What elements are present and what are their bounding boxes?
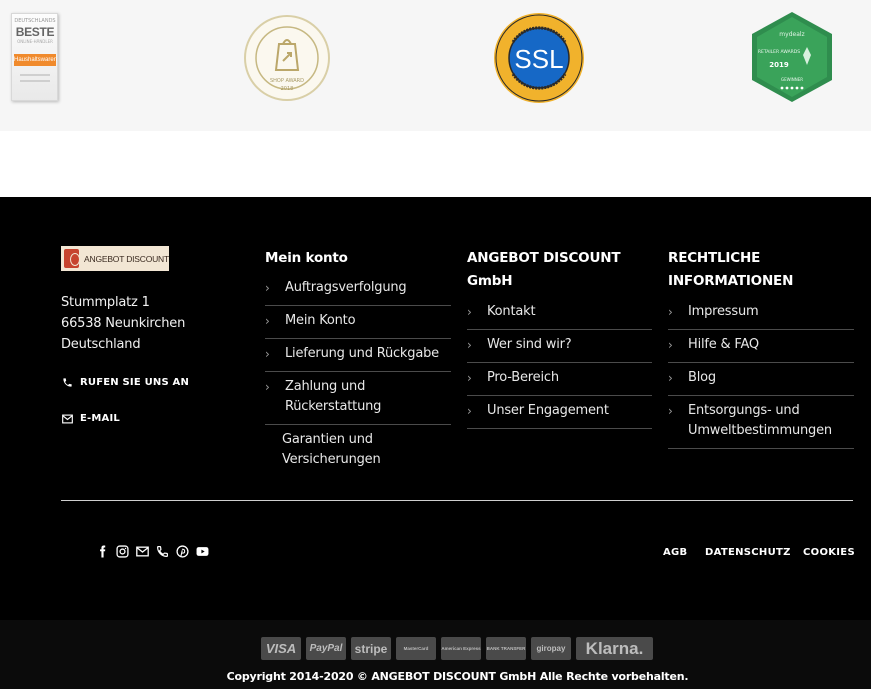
- col-heading: RECHTLICHE INFORMATIONEN: [668, 250, 794, 289]
- link-agb[interactable]: AGB: [663, 547, 687, 558]
- footer-link-payment-refund[interactable]: › Zahlung und Rückerstattung: [265, 372, 451, 425]
- seal-title: BESTE: [15, 25, 55, 39]
- company-address: Stummplatz 1 66538 Neunkirchen Deutschla…: [61, 292, 185, 355]
- youtube-icon[interactable]: [196, 543, 209, 556]
- link-label: Wer sind wir?: [487, 337, 572, 352]
- col-heading: ANGEBOT DISCOUNT GmbH: [467, 250, 621, 289]
- link-label: Unser Engagement: [487, 403, 609, 418]
- envelope-icon: [62, 414, 73, 423]
- address-line: Stummplatz 1: [61, 295, 150, 310]
- social-links: [96, 543, 209, 558]
- chevron-right-icon: ›: [265, 314, 270, 328]
- spacer: [0, 131, 871, 197]
- footer-link-pro[interactable]: › Pro-Bereich: [467, 363, 652, 396]
- link-label: Entsorgungs- und Umweltbestimmungen: [688, 403, 832, 438]
- footer-link-order-tracking[interactable]: › Auftragsverfolgung: [265, 273, 451, 306]
- retailer-award-badge: mydealz RETAILER AWARDS 2019 GEWINNER: [752, 12, 832, 102]
- seal-subtitle: ONLINE-HÄNDLER: [17, 39, 53, 44]
- address-line: Deutschland: [61, 337, 141, 352]
- visa-icon: VISA: [261, 637, 301, 660]
- link-label: Hilfe & FAQ: [688, 337, 759, 352]
- chevron-right-icon: ›: [265, 281, 270, 295]
- link-label: Auftragsverfolgung: [285, 280, 407, 295]
- footer-col-legal: RECHTLICHE INFORMATIONEN › Impressum › Hil…: [668, 247, 854, 449]
- bank-transfer-icon: BANK TRANSFER: [486, 637, 526, 660]
- link-label: Zahlung und Rückerstattung: [285, 379, 382, 414]
- col-heading: Mein konto: [265, 250, 348, 266]
- paypal-icon: PayPal: [306, 637, 346, 660]
- stripe-icon: stripe: [351, 637, 391, 660]
- address-line: 66538 Neunkirchen: [61, 316, 186, 331]
- chevron-right-icon: ›: [467, 371, 472, 385]
- link-cookies[interactable]: COOKIES: [803, 547, 855, 558]
- link-label: Garantien und Versicherungen: [282, 432, 381, 467]
- beste-online-haendler-seal: DEUTSCHLANDS BESTE ONLINE-HÄNDLER Hausha…: [11, 13, 58, 101]
- chevron-right-icon: ›: [668, 371, 673, 385]
- chevron-right-icon: ›: [668, 404, 673, 418]
- mastercard-icon: MasterCard: [396, 637, 436, 660]
- call-us-link[interactable]: RUFEN SIE UNS AN: [62, 377, 189, 388]
- footer-link-imprint[interactable]: › Impressum: [668, 297, 854, 330]
- ssl-label: SSL: [514, 44, 563, 74]
- footer-link-contact[interactable]: › Kontakt: [467, 297, 652, 330]
- award-title: RETAILER AWARDS: [758, 49, 800, 55]
- seal-divider: [20, 74, 50, 76]
- chevron-right-icon: ›: [668, 338, 673, 352]
- award-sub: GEWINNER: [781, 77, 803, 82]
- footer-logo[interactable]: ANGEBOT DISCOUNT: [61, 246, 169, 271]
- link-privacy[interactable]: DATENSCHUTZ: [705, 547, 791, 558]
- footer-link-blog[interactable]: › Blog: [668, 363, 854, 396]
- seal-bottom-text: SHOP AWARD: [270, 78, 304, 84]
- awards-band: DEUTSCHLANDS BESTE ONLINE-HÄNDLER Hausha…: [0, 0, 871, 131]
- call-us-label: RUFEN SIE UNS AN: [80, 377, 190, 388]
- internet-world-shop-award-seal: SHOP AWARD 2018: [244, 15, 330, 101]
- seal-year: 2018: [281, 86, 294, 92]
- email-label: E-MAIL: [80, 413, 120, 424]
- chevron-right-icon: ›: [467, 404, 472, 418]
- facebook-icon[interactable]: [96, 543, 109, 558]
- link-label: Kontakt: [487, 304, 536, 319]
- footer-link-delivery-returns[interactable]: › Lieferung und Rückgabe: [265, 339, 451, 372]
- link-label: Pro-Bereich: [487, 370, 559, 385]
- footer-link-about[interactable]: › Wer sind wir?: [467, 330, 652, 363]
- instagram-icon[interactable]: [116, 543, 129, 558]
- footer-link-help-faq[interactable]: › Hilfe & FAQ: [668, 330, 854, 363]
- phone-icon[interactable]: [156, 543, 169, 557]
- phone-icon: [63, 378, 72, 387]
- chevron-right-icon: ›: [265, 380, 270, 394]
- footer-divider: [61, 500, 853, 501]
- email-link[interactable]: E-MAIL: [62, 413, 120, 424]
- payment-methods: VISA PayPal stripe MasterCard American E…: [261, 637, 653, 660]
- footer-link-my-account[interactable]: › Mein Konto: [265, 306, 451, 339]
- seal-small-text: DEUTSCHLANDS: [14, 18, 56, 24]
- amex-icon: American Express: [441, 637, 481, 660]
- footer-link-disposal[interactable]: › Entsorgungs- und Umweltbestimmungen: [668, 396, 854, 449]
- chevron-right-icon: ›: [467, 305, 472, 319]
- award-year: 2019: [769, 61, 789, 69]
- klarna-icon: Klarna.: [576, 637, 653, 660]
- award-brand: mydealz: [779, 31, 804, 38]
- logo-mark-icon: [64, 249, 81, 268]
- footer-link-guarantees[interactable]: Garantien und Versicherungen: [265, 425, 451, 477]
- chevron-right-icon: ›: [467, 338, 472, 352]
- seal-category-band: Haushaltswaren: [14, 54, 57, 66]
- giropay-icon: giropay: [531, 637, 571, 660]
- footer-col-company: ANGEBOT DISCOUNT GmbH › Kontakt › Wer sind…: [467, 247, 652, 429]
- pinterest-icon[interactable]: [176, 543, 189, 558]
- logo-text: ANGEBOT DISCOUNT: [84, 253, 169, 264]
- seal-divider: [20, 80, 50, 82]
- email-icon[interactable]: [136, 543, 149, 557]
- link-label: Blog: [688, 370, 716, 385]
- ssl-security-seal: SSL: [494, 13, 584, 103]
- payment-bar: VISA PayPal stripe MasterCard American E…: [0, 620, 871, 689]
- link-label: Mein Konto: [285, 313, 356, 328]
- footer-link-engagement[interactable]: › Unser Engagement: [467, 396, 652, 429]
- chevron-right-icon: ›: [668, 305, 673, 319]
- chevron-right-icon: ›: [265, 347, 270, 361]
- link-label: Lieferung und Rückgabe: [285, 346, 439, 361]
- site-footer: ANGEBOT DISCOUNT Stummplatz 1 66538 Neun…: [0, 197, 871, 620]
- copyright-text: Copyright 2014-2020 © ANGEBOT DISCOUNT G…: [226, 670, 689, 683]
- footer-col-account: Mein konto › Auftragsverfolgung › Mein Kon…: [265, 247, 451, 477]
- link-label: Impressum: [688, 304, 759, 319]
